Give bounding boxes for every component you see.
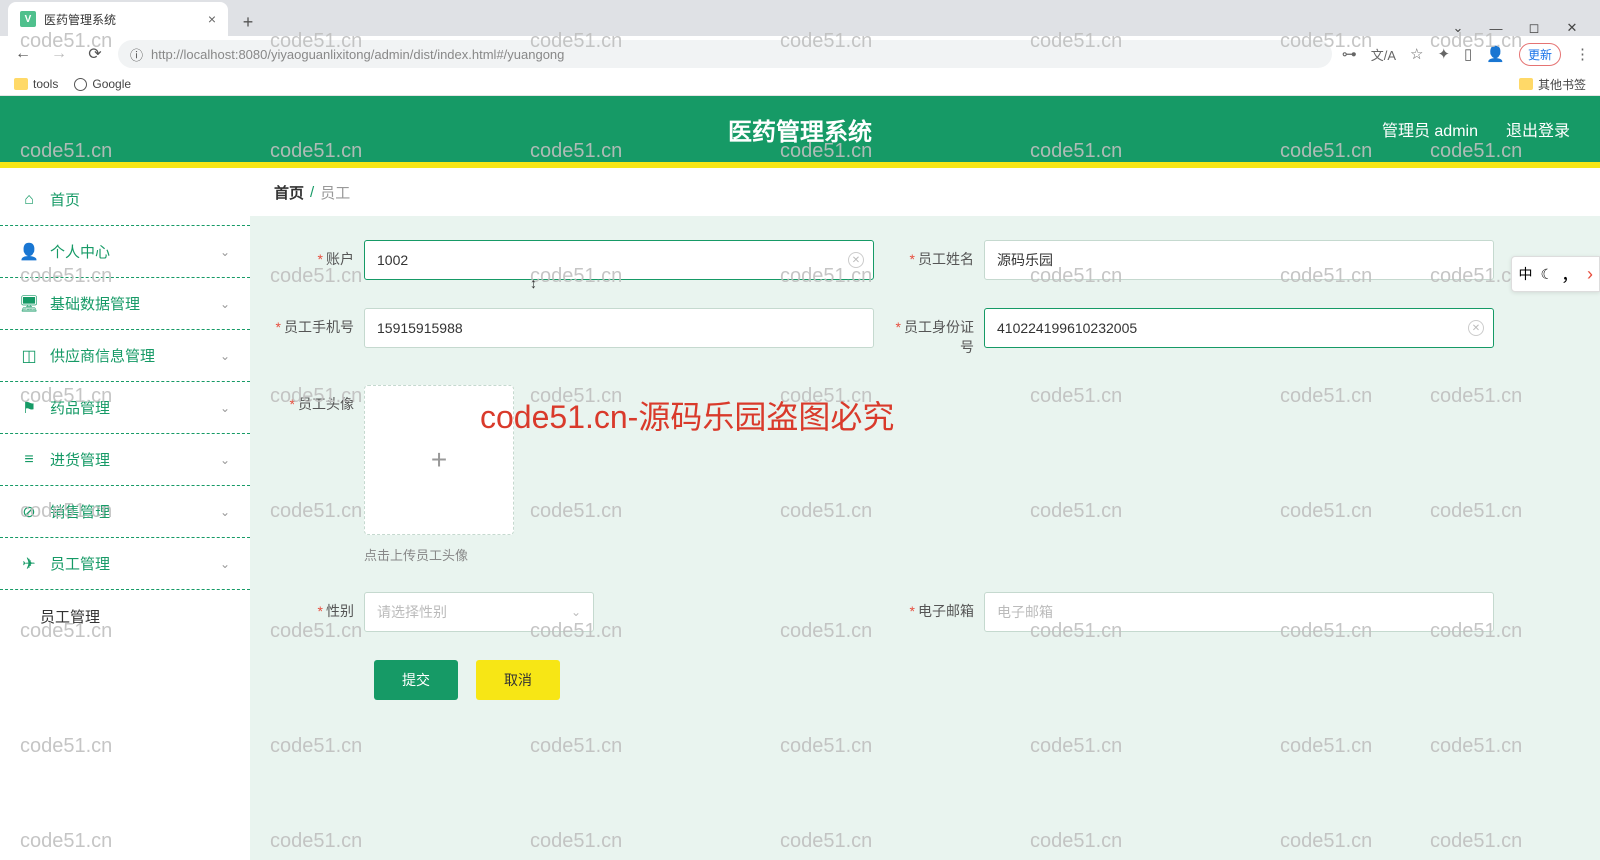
window-controls: ⌄ — ◻ ✕: [1430, 20, 1600, 36]
breadcrumb-current: 员工: [320, 182, 350, 203]
idcard-input[interactable]: [984, 308, 1494, 348]
chevron-down-icon: ⌄: [220, 349, 230, 363]
close-window-icon[interactable]: ✕: [1562, 20, 1582, 36]
folder-icon: [14, 78, 28, 90]
profile-icon[interactable]: 👤: [1486, 45, 1505, 63]
chevron-down-icon: ⌄: [220, 401, 230, 415]
current-user[interactable]: 管理员 admin: [1382, 117, 1478, 141]
minimize-icon[interactable]: —: [1486, 21, 1506, 36]
home-icon: ⌂: [20, 191, 38, 209]
address-bar-row: ← → ⟳ ⓘ http://localhost:8080/yiyaoguanl…: [0, 36, 1600, 72]
flag-icon: ⚑: [20, 399, 38, 417]
chevron-right-icon[interactable]: ›: [1587, 264, 1593, 285]
favicon: V: [20, 11, 36, 27]
email-input[interactable]: [984, 592, 1494, 632]
chevron-down-icon: ⌄: [220, 297, 230, 311]
monitor-icon: 🖥: [20, 295, 38, 313]
maximize-icon[interactable]: ◻: [1524, 20, 1544, 36]
phone-input[interactable]: [364, 308, 874, 348]
star-icon[interactable]: ☆: [1410, 45, 1423, 63]
sidebar-item-home[interactable]: ⌂首页: [0, 174, 250, 226]
tab-title: 医药管理系统: [44, 11, 116, 28]
chevron-down-icon: ⌄: [220, 557, 230, 571]
browser-tab[interactable]: V 医药管理系统 ×: [8, 2, 228, 36]
new-tab-button[interactable]: +: [234, 8, 262, 36]
cancel-button[interactable]: 取消: [476, 660, 560, 700]
app-title: 医药管理系统: [728, 112, 872, 147]
url-bar[interactable]: ⓘ http://localhost:8080/yiyaoguanlixiton…: [118, 40, 1332, 68]
forward-icon[interactable]: →: [46, 41, 72, 67]
name-input[interactable]: [984, 240, 1494, 280]
info-icon: ⓘ: [130, 45, 143, 64]
sidebar-item-staff[interactable]: ✈员工管理⌄: [0, 538, 250, 590]
breadcrumb-sep: /: [310, 184, 314, 201]
name-label: *员工姓名: [894, 240, 984, 270]
staff-form: *账户 ✕ *员工姓名 *员工手机号 *员工身份证号 ✕: [250, 216, 1600, 724]
menu-icon[interactable]: ⋮: [1575, 45, 1590, 63]
plus-icon: +: [431, 444, 447, 476]
avatar-label: *员工头像: [274, 385, 364, 415]
translate-icon[interactable]: 文/A: [1371, 45, 1396, 64]
gender-select[interactable]: 请选择性别⌄: [364, 592, 594, 632]
breadcrumb: 首页 / 员工: [250, 168, 1600, 216]
chevron-down-icon: ⌄: [220, 245, 230, 259]
bookmark-other[interactable]: 其他书签: [1519, 76, 1586, 93]
sidebar-item-medicine[interactable]: ⚑药品管理⌄: [0, 382, 250, 434]
moon-icon[interactable]: ☾: [1540, 266, 1553, 283]
email-label: *电子邮箱: [894, 592, 984, 622]
avatar-upload[interactable]: +: [364, 385, 514, 535]
sidebar-item-purchase[interactable]: ≡进货管理⌄: [0, 434, 250, 486]
key-icon[interactable]: ⊶: [1342, 45, 1357, 63]
bookmark-google[interactable]: Google: [74, 77, 131, 91]
sidebar: ⌂首页 👤个人中心⌄ 🖥基础数据管理⌄ ◫供应商信息管理⌄ ⚑药品管理⌄ ≡进货…: [0, 168, 250, 860]
tab-strip: V 医药管理系统 × + ⌄ — ◻ ✕: [0, 0, 1600, 36]
send-icon: ✈: [20, 555, 38, 573]
sidebar-item-staff-manage[interactable]: 员工管理: [0, 590, 250, 642]
crop-icon: ◫: [20, 347, 38, 365]
sidebar-item-basic-data[interactable]: 🖥基础数据管理⌄: [0, 278, 250, 330]
app-header: 医药管理系统 管理员 admin 退出登录: [0, 96, 1600, 162]
update-button[interactable]: 更新: [1519, 43, 1561, 66]
chevron-down-icon: ⌄: [220, 453, 230, 467]
globe-icon: [74, 78, 87, 91]
sidebar-item-personal[interactable]: 👤个人中心⌄: [0, 226, 250, 278]
circle-icon: ⊘: [20, 503, 38, 521]
folder-icon: [1519, 78, 1533, 90]
idcard-label: *员工身份证号: [894, 308, 984, 357]
account-label: *账户: [274, 240, 364, 270]
list-icon: ≡: [20, 451, 38, 469]
sidebar-item-sales[interactable]: ⊘销售管理⌄: [0, 486, 250, 538]
breadcrumb-home[interactable]: 首页: [274, 182, 304, 203]
chevron-down-icon: ⌄: [220, 505, 230, 519]
account-input[interactable]: [364, 240, 874, 280]
clear-icon[interactable]: ✕: [848, 252, 864, 268]
devices-icon[interactable]: ▯: [1464, 45, 1472, 63]
close-tab-icon[interactable]: ×: [208, 11, 216, 27]
clear-icon[interactable]: ✕: [1468, 320, 1484, 336]
url-text: http://localhost:8080/yiyaoguanlixitong/…: [151, 47, 564, 62]
comma-icon[interactable]: ，: [1561, 261, 1579, 287]
bookmark-tools[interactable]: tools: [14, 77, 58, 91]
user-icon: 👤: [20, 243, 38, 261]
logout-link[interactable]: 退出登录: [1506, 117, 1570, 141]
main-content: 首页 / 员工 *账户 ✕ *员工姓名 *员工手机号: [250, 168, 1600, 860]
avatar-hint: 点击上传员工头像: [364, 545, 514, 564]
extension-icon[interactable]: ✦: [1437, 45, 1450, 63]
gender-label: *性别: [274, 592, 364, 622]
ime-zh[interactable]: 中: [1518, 264, 1532, 284]
chevron-down-icon: ⌄: [571, 605, 581, 619]
bookmark-bar: tools Google 其他书签: [0, 72, 1600, 96]
browser-chrome: V 医药管理系统 × + ⌄ — ◻ ✕ ← → ⟳ ⓘ http://loca…: [0, 0, 1600, 96]
sidebar-item-supplier[interactable]: ◫供应商信息管理⌄: [0, 330, 250, 382]
phone-label: *员工手机号: [274, 308, 364, 338]
ime-widget[interactable]: 中 ☾ ， ›: [1511, 256, 1600, 292]
reload-icon[interactable]: ⟳: [82, 41, 108, 67]
submit-button[interactable]: 提交: [374, 660, 458, 700]
back-icon[interactable]: ←: [10, 41, 36, 67]
chevron-down-icon[interactable]: ⌄: [1448, 20, 1468, 36]
